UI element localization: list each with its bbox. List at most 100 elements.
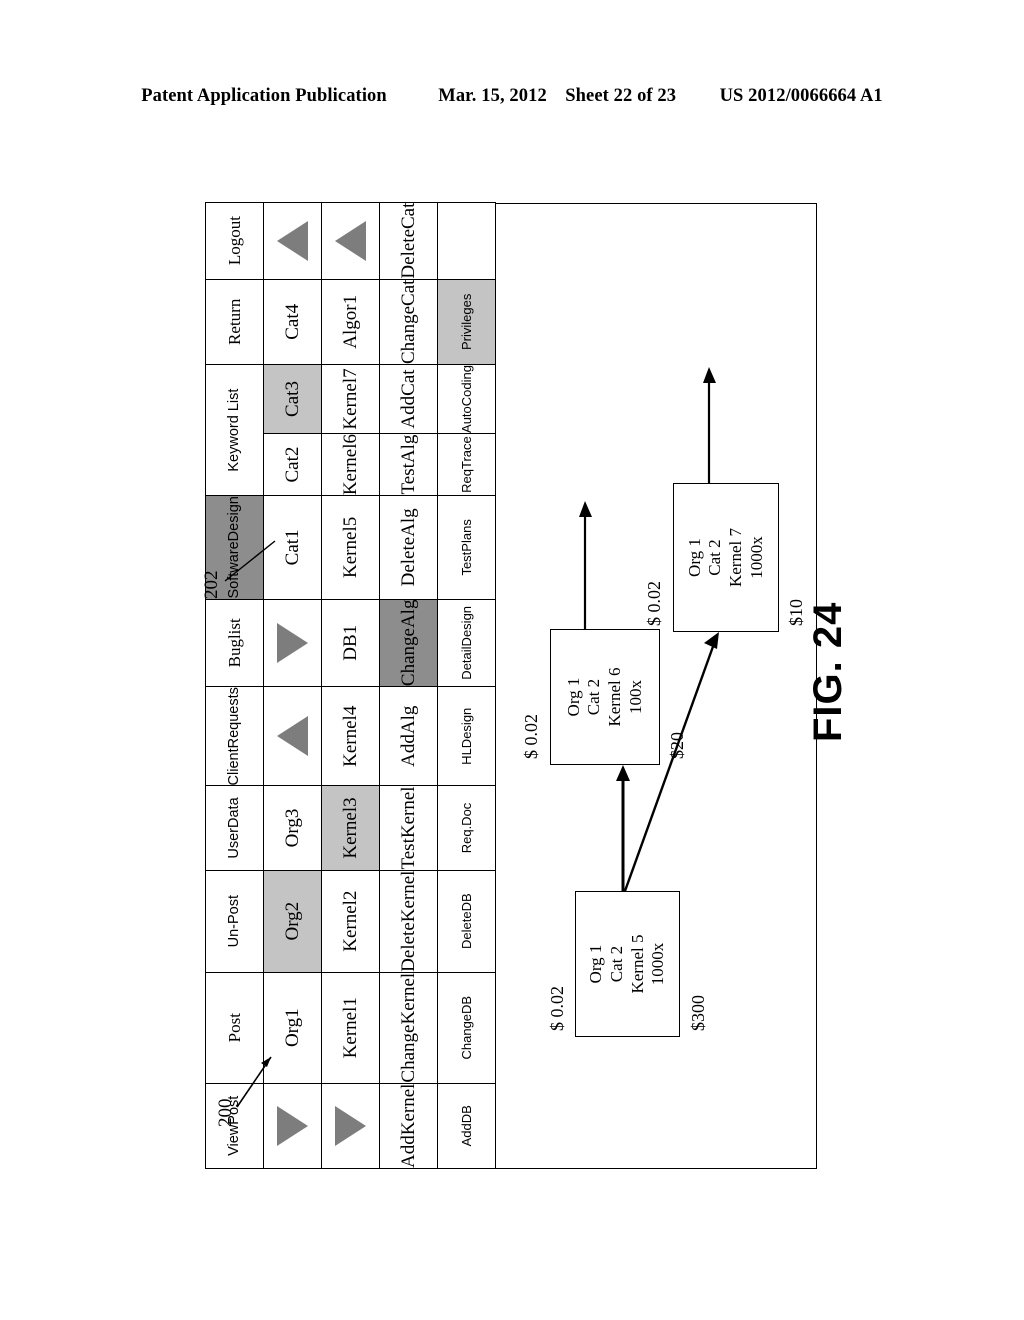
menu-grid-cell-triangle-up-icon[interactable] [263, 686, 322, 786]
menu-grid-cell-triangle-down-icon[interactable] [321, 1083, 380, 1169]
menu-grid-cell-line: Design [458, 707, 474, 749]
menu-grid-cell-triangle-up-icon[interactable] [263, 202, 322, 280]
flow-node-kernel5-line4: 1000x [648, 942, 668, 986]
flow-node-kernel5-line1: Org 1 [586, 944, 606, 984]
menu-grid-cell-test-alg[interactable]: TestAlg [379, 433, 438, 496]
flow-node-kernel6-left-label: $ 0.02 [521, 714, 541, 759]
menu-grid-cell-auto-coding[interactable]: AutoCoding [437, 364, 496, 434]
menu-grid-header-client-requests[interactable]: ClientRequests [205, 686, 264, 786]
menu-grid-cell-line: Doc [458, 802, 474, 826]
menu-grid-cell-test-kernel[interactable]: TestKernel [379, 785, 438, 871]
menu-grid-cell-privileges[interactable]: Privileges [437, 279, 496, 365]
menu-grid-cell-change-kernel[interactable]: ChangeKernel [379, 972, 438, 1084]
menu-grid-cell-line: 1 [339, 997, 361, 1007]
menu-grid-cell-delete-cat[interactable]: DeleteCat [379, 202, 438, 280]
menu-grid-cell-add-db[interactable]: AddDB [437, 1083, 496, 1169]
triangle-down-icon[interactable] [277, 622, 308, 663]
menu-grid-cell-cat-4[interactable]: Cat4 [263, 279, 322, 365]
menu-grid-cell-change-alg[interactable]: ChangeAlg [379, 599, 438, 687]
menu-grid-header-return[interactable]: Return [205, 279, 264, 365]
menu-grid-cell-change-cat[interactable]: ChangeCat [379, 279, 438, 365]
triangle-up-icon[interactable] [277, 220, 308, 261]
menu-grid-cell-line: 3 [339, 797, 361, 807]
header-publication: Patent Application Publication [141, 86, 387, 106]
menu-grid-cell-line: DB [458, 893, 474, 912]
menu-grid-cell-test-plans[interactable]: TestPlans [437, 495, 496, 600]
menu-grid-row: AddKernel ChangeKernel DeleteKernel TestKer… [379, 202, 438, 1169]
menu-grid-cell-line: Cat [397, 279, 419, 306]
triangle-down-icon[interactable] [277, 1105, 308, 1146]
flow-node-kernel5-line3: Kernel 5 [627, 934, 647, 994]
menu-grid-header-line: Logout [224, 216, 244, 266]
menu-grid-cell-triangle-up-icon[interactable] [321, 202, 380, 280]
menu-grid-cell-delete-db[interactable]: DeleteDB [437, 870, 496, 973]
menu-grid-cell-line: Test [458, 551, 474, 576]
menu-grid-cell-line: Org [281, 818, 303, 848]
menu-grid-cell-org-2[interactable]: Org2 [263, 870, 322, 973]
menu-grid-cell-kernel-1[interactable]: Kernel1 [321, 972, 380, 1084]
menu-grid-header-line: User [225, 828, 242, 859]
menu-grid-cell-org-3[interactable]: Org3 [263, 785, 322, 871]
menu-grid-cell-line: DB [458, 1105, 474, 1124]
menu-grid-cell-line: Cat [281, 390, 303, 417]
menu-grid-cell-kernel-2[interactable]: Kernel2 [321, 870, 380, 973]
triangle-up-icon[interactable] [335, 220, 366, 261]
menu-grid-cell-empty [437, 202, 496, 280]
flow-node-kernel5-left-label: $ 0.02 [547, 986, 567, 1031]
menu-grid-header-line: Post [225, 894, 242, 924]
menu-grid-header-line: Buglist [224, 618, 244, 668]
menu-grid-cell-add-kernel[interactable]: AddKernel [379, 1083, 438, 1169]
menu-grid-cell-kernel-7[interactable]: Kernel7 [321, 364, 380, 434]
menu-grid-cell-delete-kernel[interactable]: DeleteKernel [379, 870, 438, 973]
menu-grid-cell-line: Kernel [339, 900, 361, 952]
menu-grid-header-un-post[interactable]: Un-Post [205, 870, 264, 973]
menu-grid-header-user-data[interactable]: UserData [205, 785, 264, 871]
menu-grid-cell-hl-design[interactable]: HLDesign [437, 686, 496, 786]
menu-grid-cell-line: Kernel [339, 806, 361, 859]
menu-grid-cell-add-cat[interactable]: AddCat [379, 364, 438, 434]
menu-grid-cell-line: Kernel [397, 1083, 419, 1136]
flow-node-kernel5-line2: Cat 2 [606, 945, 626, 983]
menu-grid-header-line: Un- [225, 924, 242, 948]
menu-grid-cell-delete-alg[interactable]: DeleteAlg [379, 495, 438, 600]
menu-grid-cell-db-1[interactable]: DB1 [321, 599, 380, 687]
menu-grid-cell-algor-1[interactable]: Algor1 [321, 279, 380, 365]
triangle-up-icon[interactable] [277, 716, 308, 757]
menu-grid-cell-line: 2 [339, 890, 361, 901]
menu-grid-header-line: Requests [225, 687, 242, 749]
menu-grid-cell-line: Cat [397, 202, 419, 229]
menu-grid-header-logout[interactable]: Logout [205, 202, 264, 280]
callout-200-label: 200 [215, 1098, 236, 1128]
menu-grid-cell-kernel-6[interactable]: Kernel6 [321, 433, 380, 496]
menu-grid-cell-kernel-3[interactable]: Kernel3 [321, 785, 380, 871]
menu-grid-cell-line: 6 [339, 433, 361, 444]
menu-grid-cell-line: Alg [397, 508, 419, 537]
flow-node-kernel7-line1: Org 1 [684, 538, 704, 577]
menu-grid-cell-kernel-5[interactable]: Kernel5 [321, 495, 380, 600]
callout-200-leader [236, 1056, 272, 1108]
menu-grid-cell-req-trace[interactable]: ReqTrace [437, 433, 496, 496]
menu-grid-cell-line: Add [397, 395, 419, 429]
flow-node-kernel7-right-label: $10 [786, 599, 806, 626]
menu-grid-cell-line: Req. [458, 825, 474, 854]
menu-grid-cell-req-doc[interactable]: Req.Doc [437, 785, 496, 871]
menu-grid-cell-line: 1 [339, 624, 361, 635]
triangle-down-icon[interactable] [335, 1105, 366, 1146]
header-date: Mar. 15, 2012 [438, 86, 547, 106]
menu-grid-cell-change-db[interactable]: ChangeDB [437, 972, 496, 1084]
menu-grid-cell-triangle-down-icon[interactable] [263, 599, 322, 687]
menu-grid-header-line: Client [225, 748, 242, 786]
menu-grid-header-line: Return [224, 298, 244, 345]
menu-grid-header-buglist[interactable]: Buglist [205, 599, 264, 687]
menu-grid-cell-line: Algor [339, 304, 361, 349]
menu-grid-header-keyword-list[interactable]: Keyword List [205, 364, 264, 496]
flow-node-kernel7[interactable]: Org 1 Cat 2 Kernel 7 1000x [673, 483, 779, 632]
menu-grid-cell-kernel-4[interactable]: Kernel4 [321, 686, 380, 786]
menu-grid-cell-add-alg[interactable]: AddAlg [379, 686, 438, 786]
menu-grid-cell-cat-3[interactable]: Cat3 [263, 364, 322, 434]
menu-grid-cell-detail-design[interactable]: DetailDesign [437, 599, 496, 687]
flow-node-kernel5[interactable]: Org 1 Cat 2 Kernel 5 1000x [575, 891, 680, 1037]
menu-grid-cell-cat-2[interactable]: Cat2 [263, 433, 322, 496]
flow-node-kernel6[interactable]: Org 1 Cat 2 Kernel 6 100x [550, 629, 660, 765]
flow-node-kernel7-left-label: $ 0.02 [644, 581, 664, 626]
